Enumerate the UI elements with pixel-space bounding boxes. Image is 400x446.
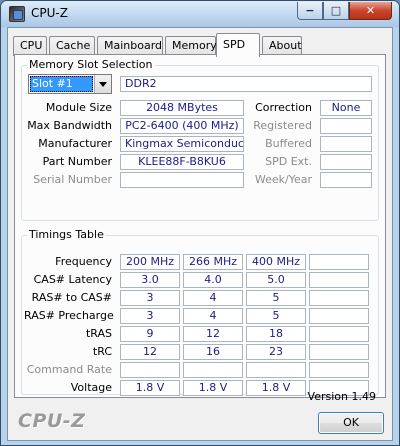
timing-cell-command-rate-2 [183, 362, 243, 378]
timing-cell-ras-to-cas-3: 5 [246, 290, 306, 306]
module-size-label: Module Size [45, 101, 112, 114]
buffered-field [320, 136, 372, 152]
timing-cell-ras-to-cas-1: 3 [120, 290, 180, 306]
tab-about[interactable]: About [262, 36, 302, 56]
timing-cell-voltage-1: 1.8 V [120, 380, 180, 396]
cpuz-brand-logo: CPU-Z [18, 410, 86, 432]
timing-cell-ras-precharge-3: 5 [246, 308, 306, 324]
week-year-label: Week/Year [254, 173, 312, 186]
timing-cell-ras-to-cas-4 [309, 290, 369, 306]
timing-cell-frequency-4 [309, 254, 369, 270]
timing-label-frequency: Frequency [55, 255, 112, 268]
part-number-label: Part Number [42, 155, 112, 168]
correction-field: None [320, 100, 372, 116]
module-size-field: 2048 MBytes [120, 100, 244, 116]
slot-select[interactable]: Slot #1 [28, 74, 112, 94]
timing-cell-voltage-3: 1.8 V [246, 380, 306, 396]
timing-cell-cas-latency-2: 4.0 [183, 272, 243, 288]
timing-label-voltage: Voltage [70, 381, 112, 394]
timing-cell-cas-latency-4 [309, 272, 369, 288]
timing-cell-tras-3: 18 [246, 326, 306, 342]
timing-cell-frequency-3: 400 MHz [246, 254, 306, 270]
cpuz-app-icon [9, 6, 25, 22]
timing-cell-ras-precharge-1: 3 [120, 308, 180, 324]
spd-ext-field [320, 154, 372, 170]
memory-type-field: DDR2 [120, 76, 372, 92]
serial-number-field [120, 172, 244, 188]
registered-field [320, 118, 372, 134]
timing-cell-frequency-1: 200 MHz [120, 254, 180, 270]
week-year-field [320, 172, 372, 188]
buffered-label: Buffered [265, 137, 312, 150]
timing-cell-trc-2: 16 [183, 344, 243, 360]
timing-cell-command-rate-4 [309, 362, 369, 378]
timing-cell-ras-precharge-4 [309, 308, 369, 324]
timing-cell-cas-latency-1: 3.0 [120, 272, 180, 288]
timing-cell-tras-2: 12 [183, 326, 243, 342]
timing-label-command-rate: Command Rate [26, 363, 112, 376]
max-bandwidth-label: Max Bandwidth [27, 119, 112, 132]
timing-cell-tras-4 [309, 326, 369, 342]
tab-spd[interactable]: SPD [216, 33, 260, 57]
window-client-area: CPU Cache Mainboard Memory SPD About Mem… [7, 27, 393, 441]
memory-slot-selection-title: Memory Slot Selection [27, 58, 155, 71]
timing-cell-tras-1: 9 [120, 326, 180, 342]
manufacturer-label: Manufacturer [38, 137, 112, 150]
timings-table-group: Timings Table Frequency 200 MHz 266 MHz 400… [21, 228, 379, 396]
timing-label-trc: tRC [92, 345, 112, 358]
timing-label-ras-precharge: RAS# Precharge [24, 309, 114, 322]
version-label: Version 1.49 [307, 390, 376, 403]
window-title: CPU-Z [31, 6, 68, 20]
chevron-down-icon[interactable] [94, 75, 111, 93]
slot-select-value: Slot #1 [30, 76, 93, 92]
timing-cell-trc-3: 23 [246, 344, 306, 360]
timing-cell-ras-precharge-2: 4 [183, 308, 243, 324]
timing-cell-command-rate-1 [120, 362, 180, 378]
timing-cell-frequency-2: 266 MHz [183, 254, 243, 270]
spd-panel: Memory Slot Selection Slot #1 DDR2 Modul… [14, 54, 386, 398]
memory-slot-selection-group: Memory Slot Selection Slot #1 DDR2 Modul… [21, 58, 379, 221]
correction-label: Correction [255, 101, 312, 114]
tab-mainboard[interactable]: Mainboard [97, 36, 163, 56]
cpuz-window: CPU-Z − □ ✕ CPU Cache Mainboard Memory S… [0, 0, 400, 446]
registered-label: Registered [253, 119, 312, 132]
timing-cell-ras-to-cas-2: 4 [183, 290, 243, 306]
spd-ext-label: SPD Ext. [265, 155, 312, 168]
timing-cell-command-rate-3 [246, 362, 306, 378]
timings-table-title: Timings Table [27, 228, 106, 241]
serial-number-label: Serial Number [33, 173, 112, 186]
manufacturer-field: Kingmax Semiconductor [120, 136, 244, 152]
ok-button[interactable]: OK [318, 412, 384, 434]
title-bar[interactable]: CPU-Z − □ ✕ [1, 1, 399, 27]
timing-cell-voltage-2: 1.8 V [183, 380, 243, 396]
timing-cell-trc-4 [309, 344, 369, 360]
maximize-button[interactable]: □ [323, 2, 349, 20]
timing-cell-cas-latency-3: 5.0 [246, 272, 306, 288]
minimize-button[interactable]: − [297, 2, 323, 20]
timing-label-tras: tRAS [85, 327, 112, 340]
part-number-field: KLEE88F-B8KU6 [120, 154, 244, 170]
timing-cell-trc-1: 12 [120, 344, 180, 360]
tab-memory[interactable]: Memory [165, 36, 217, 56]
max-bandwidth-field: PC2-6400 (400 MHz) [120, 118, 244, 134]
timing-label-cas-latency: CAS# Latency [33, 273, 112, 286]
close-button[interactable]: ✕ [349, 2, 392, 20]
timing-label-ras-to-cas: RAS# to CAS# [31, 291, 112, 304]
tab-cache[interactable]: Cache [49, 36, 95, 56]
tab-cpu[interactable]: CPU [13, 36, 47, 56]
